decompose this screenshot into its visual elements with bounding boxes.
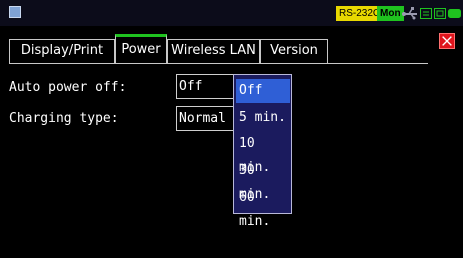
- tab-baseline: [9, 63, 428, 64]
- tab-power[interactable]: Power: [115, 34, 167, 64]
- auto-power-off-dropdown: Off 5 min. 10 min. 30 min. 60 min.: [233, 74, 292, 229]
- charging-type-label: Charging type:: [9, 111, 119, 126]
- network-icon: [420, 8, 432, 19]
- tab-wireless-lan[interactable]: Wireless LAN: [167, 39, 260, 63]
- mon-badge: Mon: [377, 6, 404, 21]
- option-30-min[interactable]: 30 min.: [236, 159, 290, 202]
- charging-type-select[interactable]: Normal ch: [176, 106, 234, 131]
- auto-power-off-label: Auto power off:: [9, 80, 127, 95]
- option-5-min[interactable]: 5 min.: [236, 106, 290, 130]
- option-10-min[interactable]: 10 min.: [236, 132, 290, 175]
- storage-icon: [434, 8, 446, 19]
- battery-icon: [448, 9, 461, 18]
- tab-display-print[interactable]: Display/Print: [9, 39, 115, 63]
- option-60-min[interactable]: 60 min.: [236, 186, 290, 229]
- auto-power-off-select[interactable]: Off: [176, 74, 236, 99]
- option-off[interactable]: Off: [236, 79, 290, 103]
- close-icon[interactable]: [439, 33, 455, 49]
- menu-square-icon[interactable]: [9, 6, 21, 18]
- tab-version[interactable]: Version: [260, 39, 328, 63]
- usb-icon: [402, 7, 417, 20]
